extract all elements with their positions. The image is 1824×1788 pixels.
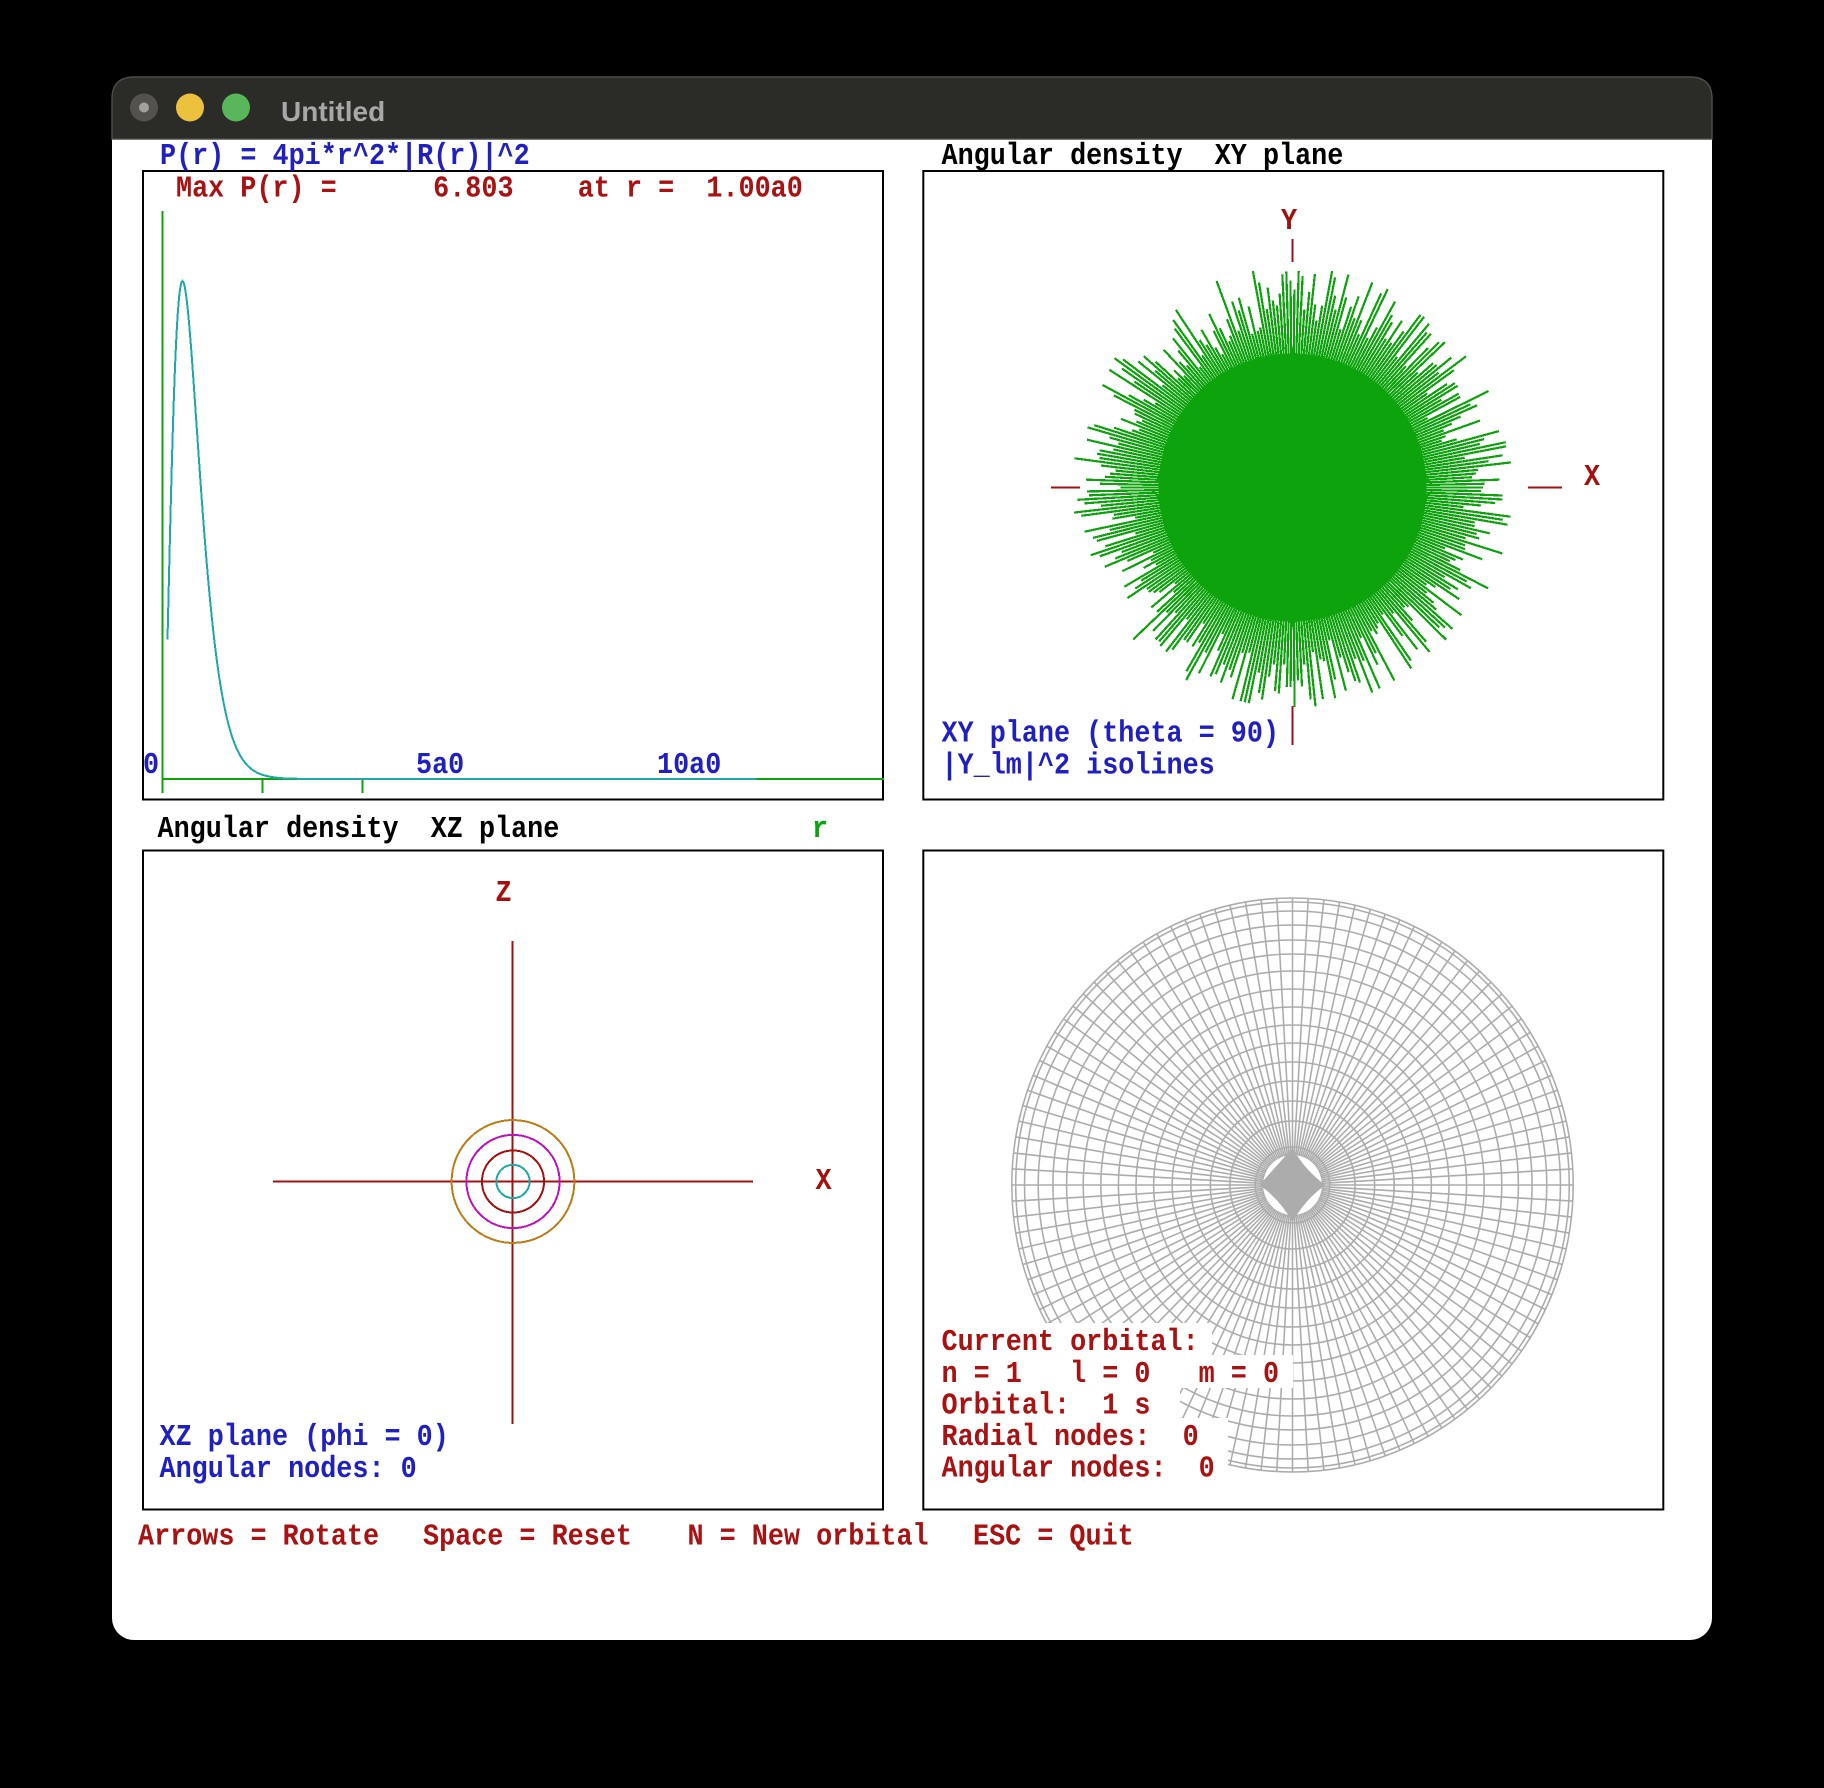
svg-text:Angular nodes: 0: Angular nodes: 0 — [160, 1451, 417, 1486]
svg-text:Space = Reset: Space = Reset — [423, 1519, 632, 1554]
svg-text:Orbital: 1 s: Orbital: 1 s — [942, 1388, 1151, 1423]
svg-text:|Y_lm|^2 isolines: |Y_lm|^2 isolines — [942, 748, 1215, 783]
svg-text:Untitled: Untitled — [281, 96, 385, 127]
svg-text:XY plane (theta = 90): XY plane (theta = 90) — [942, 716, 1280, 751]
svg-text:ESC = Quit: ESC = Quit — [973, 1519, 1134, 1554]
svg-text:XZ plane (phi = 0): XZ plane (phi = 0) — [160, 1419, 449, 1454]
svg-text:N = New orbital: N = New orbital — [688, 1519, 929, 1554]
svg-text:Y: Y — [1281, 203, 1298, 238]
svg-text:X: X — [1584, 459, 1601, 494]
svg-text:0: 0 — [143, 747, 159, 782]
svg-text:P(r) = 4pi*r^2*|R(r)|^2: P(r) = 4pi*r^2*|R(r)|^2 — [160, 138, 530, 173]
svg-text:10a0: 10a0 — [657, 747, 721, 782]
svg-text:r: r — [812, 811, 828, 846]
svg-text:Arrows = Rotate: Arrows = Rotate — [138, 1519, 379, 1554]
svg-text:Z: Z — [496, 875, 512, 910]
svg-text:Angular density XY plane: Angular density XY plane — [942, 138, 1344, 173]
svg-text:Angular nodes: 0: Angular nodes: 0 — [942, 1451, 1215, 1486]
svg-text:Max P(r) = 6.803 at r: Max P(r) = 6.803 at r = 1.00a0 — [176, 171, 803, 206]
svg-text:X: X — [816, 1163, 833, 1198]
svg-text:Radial nodes: 0: Radial nodes: 0 — [942, 1419, 1199, 1454]
svg-text:n = 1 l = 0 m = 0: n = 1 l = 0 m = 0 — [942, 1356, 1280, 1391]
svg-text:Current orbital:: Current orbital: — [942, 1324, 1199, 1359]
svg-text:Angular density XZ plane: Angular density XZ plane — [158, 811, 560, 846]
svg-text:5a0: 5a0 — [416, 747, 464, 782]
